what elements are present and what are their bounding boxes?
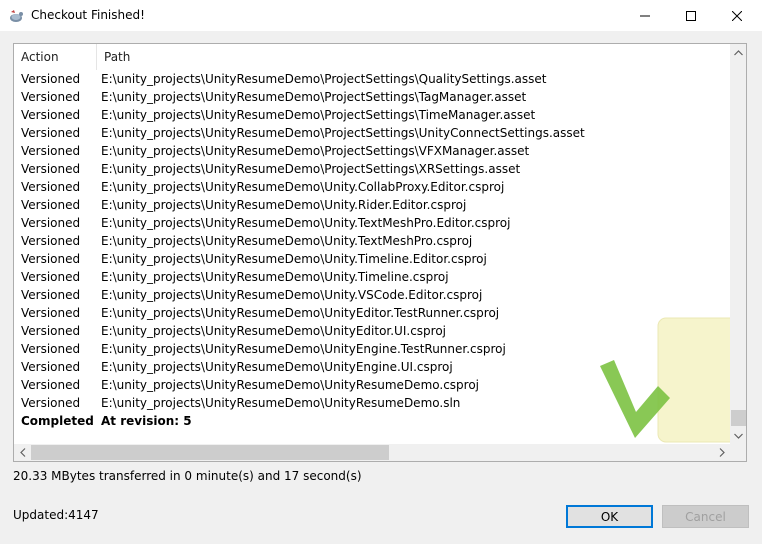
horizontal-scroll-thumb[interactable] xyxy=(31,445,389,460)
transfer-status-text: 20.33 MBytes transferred in 0 minute(s) … xyxy=(13,469,362,483)
row-path: E:\unity_projects\UnityResumeDemo\Projec… xyxy=(101,108,536,122)
column-header-path[interactable]: Path xyxy=(96,44,730,70)
vertical-scrollbar[interactable] xyxy=(730,44,746,444)
row-action: Versioned xyxy=(21,72,81,86)
scroll-left-arrow-icon[interactable] xyxy=(14,444,31,461)
row-path: E:\unity_projects\UnityResumeDemo\UnityE… xyxy=(101,306,500,320)
list-row[interactable]: Versioned E:\unity_projects\UnityResumeDe… xyxy=(14,70,730,88)
row-path: E:\unity_projects\UnityResumeDemo\UnityE… xyxy=(101,324,447,338)
row-action: Versioned xyxy=(21,396,81,410)
window-title: Checkout Finished! xyxy=(31,8,145,22)
row-path: E:\unity_projects\UnityResumeDemo\Projec… xyxy=(101,144,530,158)
row-action: Versioned xyxy=(21,378,81,392)
list-row[interactable]: Versioned E:\unity_projects\UnityResumeDe… xyxy=(14,124,730,142)
scrollbar-corner xyxy=(730,444,746,461)
row-action: Versioned xyxy=(21,162,81,176)
ok-button[interactable]: OK xyxy=(566,505,653,528)
row-action: Versioned xyxy=(21,126,81,140)
row-path: E:\unity_projects\UnityResumeDemo\Unity.… xyxy=(101,270,449,284)
row-path: E:\unity_projects\UnityResumeDemo\Projec… xyxy=(101,126,585,140)
row-action: Versioned xyxy=(21,324,81,338)
row-path: E:\unity_projects\UnityResumeDemo\Unity.… xyxy=(101,198,467,212)
row-action: Versioned xyxy=(21,288,81,302)
row-path: At revision: 5 xyxy=(101,414,192,428)
row-path: E:\unity_projects\UnityResumeDemo\Unity.… xyxy=(101,288,483,302)
list-row[interactable]: Completed At revision: 5 xyxy=(14,412,730,430)
row-action: Versioned xyxy=(21,216,81,230)
title-bar: Checkout Finished! xyxy=(0,0,762,31)
row-action: Versioned xyxy=(21,144,81,158)
row-path: E:\unity_projects\UnityResumeDemo\Projec… xyxy=(101,162,521,176)
row-path: E:\unity_projects\UnityResumeDemo\Projec… xyxy=(101,72,547,86)
row-path: E:\unity_projects\UnityResumeDemo\UnityR… xyxy=(101,396,461,410)
row-path: E:\unity_projects\UnityResumeDemo\Unity.… xyxy=(101,216,511,230)
row-action: Versioned xyxy=(21,108,81,122)
list-header: Action Path xyxy=(14,44,730,70)
scroll-up-arrow-icon[interactable] xyxy=(730,44,746,61)
row-action: Versioned xyxy=(21,234,81,248)
row-action: Versioned xyxy=(21,270,81,284)
list-row[interactable]: Versioned E:\unity_projects\UnityResumeDe… xyxy=(14,376,730,394)
list-row[interactable]: Versioned E:\unity_projects\UnityResumeDe… xyxy=(14,268,730,286)
list-row[interactable]: Versioned E:\unity_projects\UnityResumeDe… xyxy=(14,178,730,196)
list-row[interactable]: Versioned E:\unity_projects\UnityResumeDe… xyxy=(14,142,730,160)
maximize-button[interactable] xyxy=(668,0,714,31)
row-path: E:\unity_projects\UnityResumeDemo\UnityE… xyxy=(101,342,506,356)
row-path: E:\unity_projects\UnityResumeDemo\Unity.… xyxy=(101,234,473,248)
close-icon xyxy=(732,10,742,21)
horizontal-scrollbar[interactable] xyxy=(14,444,730,461)
list-row[interactable]: Versioned E:\unity_projects\UnityResumeDe… xyxy=(14,214,730,232)
row-path: E:\unity_projects\UnityResumeDemo\Unity.… xyxy=(101,252,487,266)
row-action: Versioned xyxy=(21,180,81,194)
list-row[interactable]: Versioned E:\unity_projects\UnityResumeDe… xyxy=(14,232,730,250)
vertical-scroll-thumb[interactable] xyxy=(731,410,746,426)
row-path: E:\unity_projects\UnityResumeDemo\UnityE… xyxy=(101,360,453,374)
row-action: Versioned xyxy=(21,90,81,104)
updated-count-text: Updated:4147 xyxy=(13,508,99,522)
row-path: E:\unity_projects\UnityResumeDemo\Unity.… xyxy=(101,180,505,194)
maximize-icon xyxy=(686,10,696,21)
tortoise-svn-icon xyxy=(8,8,24,24)
row-action: Versioned xyxy=(21,342,81,356)
row-action: Versioned xyxy=(21,252,81,266)
row-action: Completed xyxy=(21,414,94,428)
scroll-down-arrow-icon[interactable] xyxy=(730,427,746,444)
list-row[interactable]: Versioned E:\unity_projects\UnityResumeDe… xyxy=(14,196,730,214)
cancel-button[interactable]: Cancel xyxy=(662,505,749,528)
results-list[interactable]: Action Path Versioned E:\unity_projects\U… xyxy=(13,43,747,462)
scroll-right-arrow-icon[interactable] xyxy=(713,444,730,461)
list-row[interactable]: Versioned E:\unity_projects\UnityResumeDe… xyxy=(14,322,730,340)
list-row[interactable]: Versioned E:\unity_projects\UnityResumeDe… xyxy=(14,340,730,358)
list-row[interactable]: Versioned E:\unity_projects\UnityResumeDe… xyxy=(14,304,730,322)
list-row[interactable]: Versioned E:\unity_projects\UnityResumeDe… xyxy=(14,88,730,106)
column-header-action[interactable]: Action xyxy=(14,44,96,70)
row-action: Versioned xyxy=(21,198,81,212)
row-path: E:\unity_projects\UnityResumeDemo\UnityR… xyxy=(101,378,480,392)
close-button[interactable] xyxy=(714,0,760,31)
minimize-button[interactable] xyxy=(622,0,668,31)
list-row[interactable]: Versioned E:\unity_projects\UnityResumeDe… xyxy=(14,106,730,124)
list-row[interactable]: Versioned E:\unity_projects\UnityResumeDe… xyxy=(14,250,730,268)
row-action: Versioned xyxy=(21,360,81,374)
row-path: E:\unity_projects\UnityResumeDemo\Projec… xyxy=(101,90,527,104)
list-rows: Versioned E:\unity_projects\UnityResumeDe… xyxy=(14,70,730,430)
list-row[interactable]: Versioned E:\unity_projects\UnityResumeDe… xyxy=(14,160,730,178)
minimize-icon xyxy=(640,15,650,16)
list-row[interactable]: Versioned E:\unity_projects\UnityResumeDe… xyxy=(14,394,730,412)
list-row[interactable]: Versioned E:\unity_projects\UnityResumeDe… xyxy=(14,286,730,304)
row-action: Versioned xyxy=(21,306,81,320)
list-row[interactable]: Versioned E:\unity_projects\UnityResumeDe… xyxy=(14,358,730,376)
